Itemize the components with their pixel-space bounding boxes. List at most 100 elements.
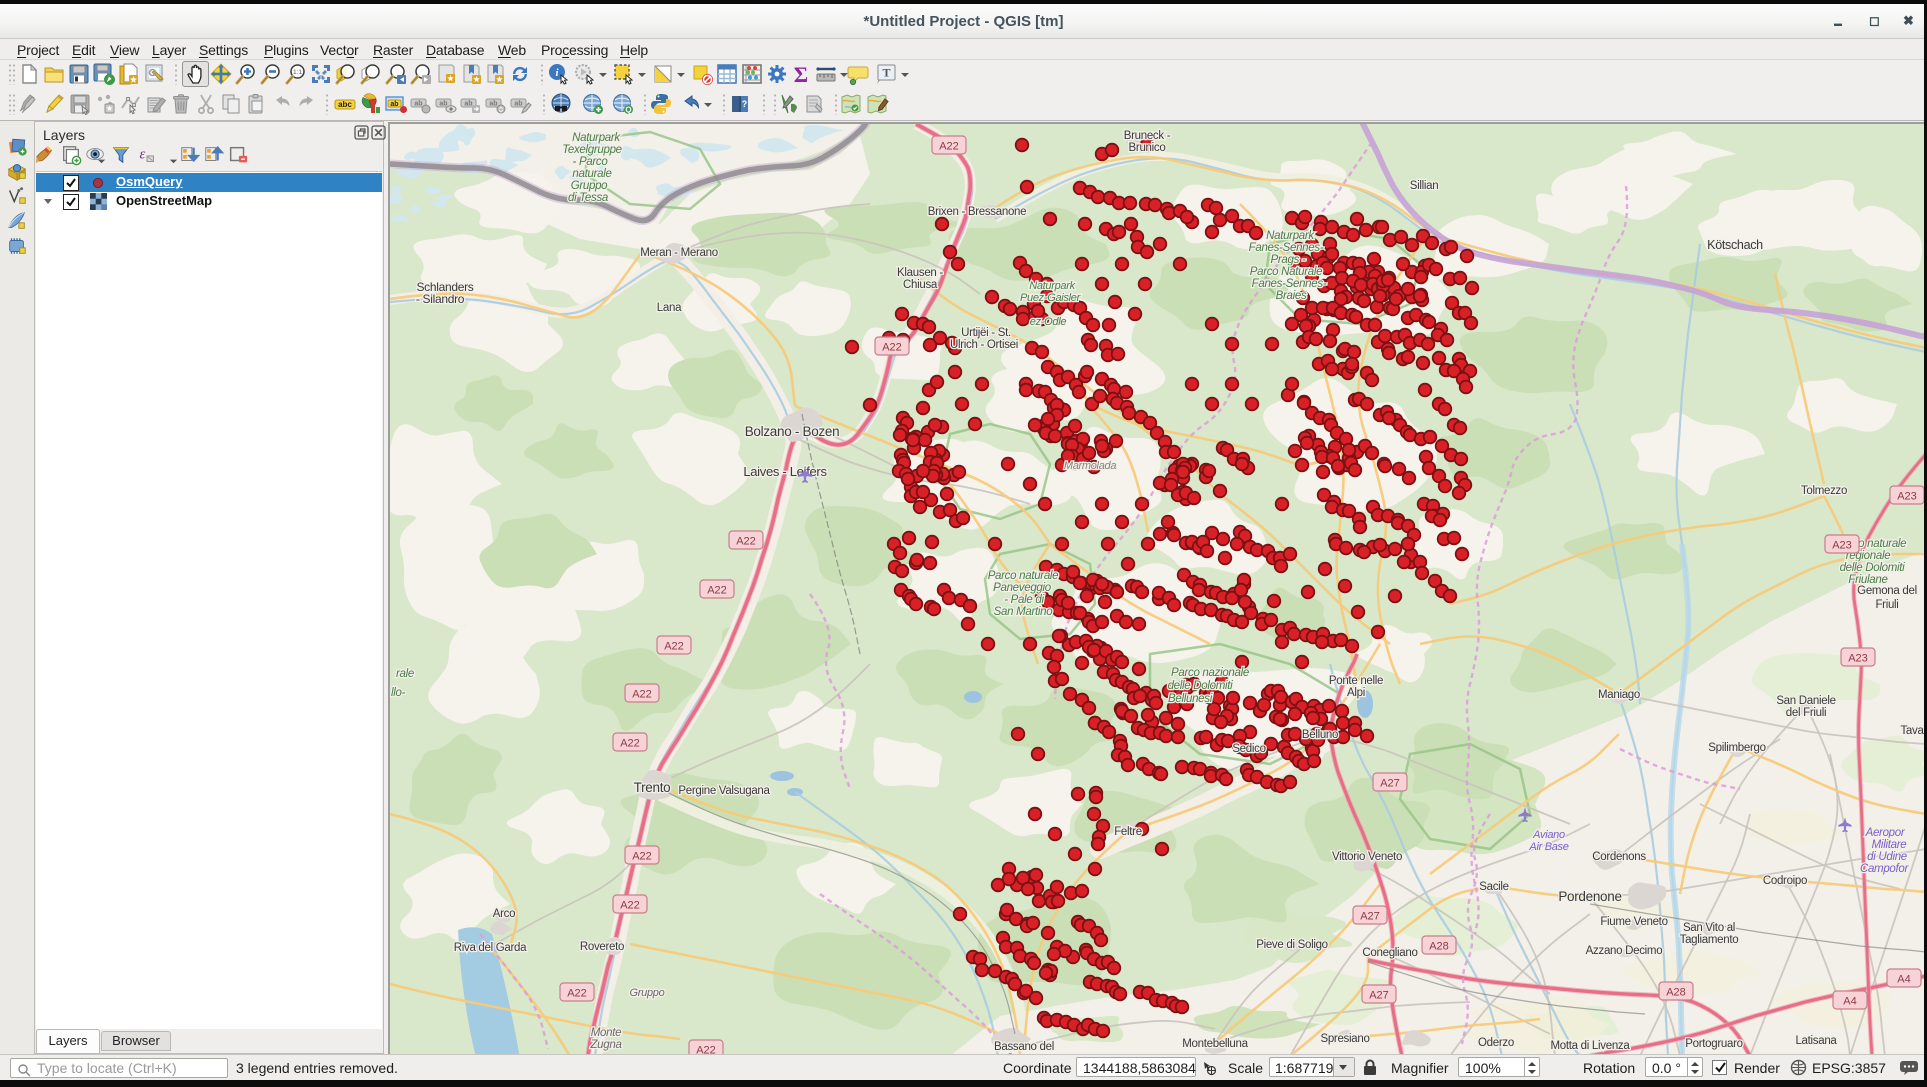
svg-text:Chiusa: Chiusa — [903, 279, 938, 291]
svg-text:Naturpark: Naturpark — [572, 132, 621, 144]
svg-text:Monte: Monte — [591, 1027, 621, 1039]
svg-text:ab: ab — [489, 100, 497, 107]
svg-text:del Friuli: del Friuli — [1786, 707, 1826, 719]
svg-text:Azzano Decimo: Azzano Decimo — [1586, 945, 1663, 957]
svg-text:A22: A22 — [632, 689, 652, 701]
svg-text:Aeropor: Aeropor — [1865, 827, 1906, 839]
svg-text:Meran - Merano: Meran - Merano — [640, 247, 718, 259]
svg-text:?: ? — [742, 99, 748, 109]
svg-text:Fiume Veneto: Fiume Veneto — [1600, 916, 1667, 928]
svg-text:Riva del Garda: Riva del Garda — [454, 942, 527, 954]
svg-text:Conegliano: Conegliano — [1362, 947, 1417, 959]
svg-text:Ulrich - Ortisei: Ulrich - Ortisei — [950, 339, 1018, 351]
svg-text:Cordenons: Cordenons — [1592, 851, 1646, 863]
svg-text:ab: ab — [439, 100, 447, 107]
svg-text:T: T — [882, 66, 890, 80]
svg-text:ez-Odle: ez-Odle — [1030, 316, 1067, 328]
svg-text:Fanes-Sennes-: Fanes-Sennes- — [1249, 242, 1324, 254]
svg-text:Spilimbergo: Spilimbergo — [1708, 742, 1765, 754]
svg-text:Texelgruppe: Texelgruppe — [562, 144, 622, 156]
svg-text:Parco naturale: Parco naturale — [988, 570, 1059, 582]
svg-text:Parco nazionale: Parco nazionale — [1171, 667, 1249, 679]
svg-text:- Parco: - Parco — [573, 156, 609, 168]
svg-text:di Udine: di Udine — [1867, 851, 1907, 863]
svg-text:Naturpark: Naturpark — [1266, 230, 1315, 242]
svg-text:Campofor: Campofor — [1860, 863, 1910, 875]
svg-text:Air Base: Air Base — [1528, 841, 1568, 853]
svg-text:Fanes-Sennes-: Fanes-Sennes- — [1252, 278, 1327, 290]
svg-text:A27: A27 — [1360, 911, 1380, 923]
svg-text:Puez-Gaisler: Puez-Gaisler — [1020, 292, 1082, 304]
svg-text:Urtijëi - St.: Urtijëi - St. — [961, 327, 1011, 339]
svg-text:Trento: Trento — [634, 780, 671, 795]
svg-text:A22: A22 — [567, 988, 587, 1000]
svg-text:Parco Naturale: Parco Naturale — [1250, 266, 1323, 278]
svg-text:Sacile: Sacile — [1479, 881, 1509, 893]
svg-text:Paneveggio: Paneveggio — [993, 582, 1052, 594]
svg-text:Arco: Arco — [493, 908, 515, 920]
svg-text:Prags -: Prags - — [1271, 254, 1306, 266]
svg-text:Motta di Livenza: Motta di Livenza — [1551, 1040, 1631, 1052]
svg-text:A22: A22 — [620, 900, 640, 912]
svg-text:Spresiano: Spresiano — [1320, 1033, 1369, 1045]
svg-text:Tagliamento: Tagliamento — [1680, 934, 1739, 946]
svg-text:Q: Q — [625, 106, 631, 115]
svg-text:Friulane: Friulane — [1848, 574, 1887, 586]
svg-text:A22: A22 — [939, 141, 959, 153]
svg-text:Gruppo: Gruppo — [571, 180, 608, 192]
svg-text:Sillian: Sillian — [1410, 180, 1439, 192]
svg-text:A27: A27 — [1380, 778, 1400, 790]
svg-text:Gemona del: Gemona del — [1857, 585, 1917, 597]
svg-text:Aviano: Aviano — [1532, 829, 1565, 841]
svg-text:Portogruaro: Portogruaro — [1685, 1038, 1742, 1050]
svg-text:abc: abc — [338, 100, 352, 109]
svg-text:Σ: Σ — [794, 62, 808, 86]
svg-text:Maniago: Maniago — [1598, 689, 1640, 701]
svg-text:Bolzano - Bozen: Bolzano - Bozen — [745, 424, 840, 439]
svg-text:San Daniele: San Daniele — [1776, 695, 1835, 707]
svg-text:llo-: llo- — [391, 687, 406, 699]
svg-text:A22: A22 — [882, 342, 902, 354]
svg-text:Klausen -: Klausen - — [897, 267, 943, 279]
svg-text:Alpi: Alpi — [1347, 687, 1365, 699]
svg-text:Latisana: Latisana — [1795, 1035, 1837, 1047]
svg-text:Bruneck -: Bruneck - — [1124, 130, 1171, 142]
svg-text:A28: A28 — [1666, 987, 1686, 999]
svg-text:Brunico: Brunico — [1129, 142, 1166, 154]
svg-text:Pergine Valsugana: Pergine Valsugana — [678, 785, 770, 797]
svg-text:Vittorio Veneto: Vittorio Veneto — [1332, 851, 1402, 863]
svg-text:A22: A22 — [707, 585, 727, 597]
svg-text:ab: ab — [464, 100, 472, 107]
svg-text:Gruppo: Gruppo — [630, 987, 665, 999]
svg-text:A22: A22 — [736, 536, 756, 548]
svg-text:delle Dolomiti: delle Dolomiti — [1840, 562, 1906, 574]
svg-text:di Tessa: di Tessa — [568, 192, 608, 204]
svg-text:A4: A4 — [1843, 996, 1856, 1008]
svg-text:Naturpark: Naturpark — [1029, 280, 1075, 292]
svg-text:San Vito al: San Vito al — [1683, 922, 1735, 934]
svg-text:Lana: Lana — [657, 302, 682, 314]
svg-text:Tava: Tava — [1900, 725, 1924, 737]
svg-text:Pieve di Soligo: Pieve di Soligo — [1256, 939, 1328, 951]
svg-text:A22: A22 — [632, 851, 652, 863]
svg-text:ab: ab — [414, 100, 422, 107]
svg-text:Belluno: Belluno — [1302, 729, 1338, 741]
svg-text:Oderzo: Oderzo — [1478, 1037, 1514, 1049]
svg-text:Friuli: Friuli — [1875, 599, 1898, 611]
svg-text:Pordenone: Pordenone — [1558, 889, 1621, 904]
svg-text:A23: A23 — [1848, 653, 1868, 665]
svg-text:A23: A23 — [1897, 491, 1917, 503]
svg-text:1:1: 1:1 — [293, 69, 302, 76]
svg-text:delle Dolomiti: delle Dolomiti — [1168, 680, 1234, 692]
svg-text:Sedico: Sedico — [1232, 743, 1265, 755]
svg-text:A4: A4 — [1897, 974, 1910, 986]
svg-text:- Silandro: - Silandro — [416, 292, 465, 306]
svg-text:Militare: Militare — [1872, 839, 1907, 851]
svg-text:A28: A28 — [1429, 941, 1449, 953]
svg-text:A23: A23 — [1832, 540, 1852, 552]
svg-text:Zugna: Zugna — [589, 1039, 621, 1051]
svg-text:A22: A22 — [620, 738, 640, 750]
svg-text:Brixen - Bressanone: Brixen - Bressanone — [928, 206, 1027, 218]
svg-text:Bellunesi: Bellunesi — [1168, 693, 1213, 705]
svg-text:Laives - Leifers: Laives - Leifers — [743, 464, 827, 479]
